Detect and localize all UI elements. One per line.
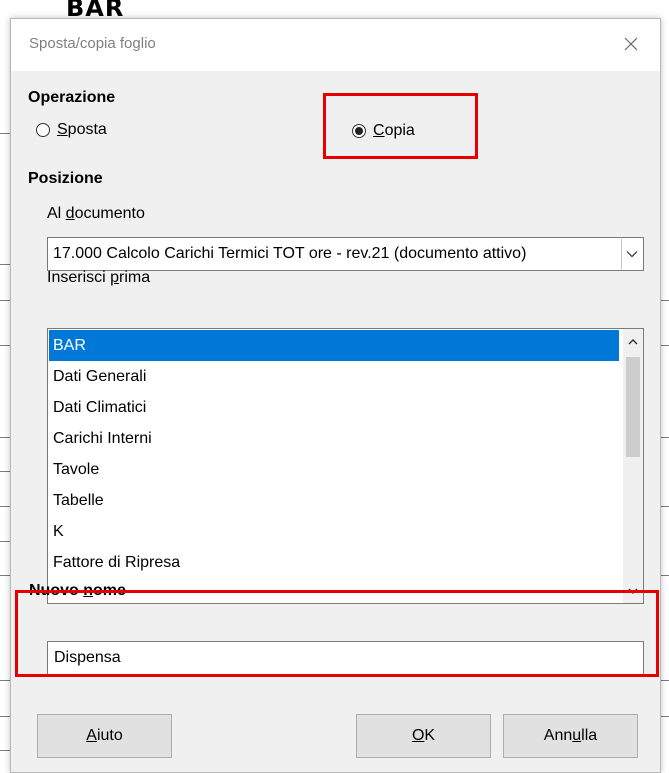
list-item[interactable]: Dati Generali: [49, 361, 619, 392]
copy-radio[interactable]: Copia: [352, 122, 415, 140]
move-radio[interactable]: Sposta: [36, 121, 107, 139]
operation-label: Operazione: [28, 89, 116, 106]
ok-button[interactable]: OK: [356, 714, 491, 758]
move-copy-sheet-dialog: Sposta/copia foglio Operazione Sposta Co…: [10, 18, 661, 773]
dialog-title: Sposta/copia foglio: [29, 35, 156, 52]
scroll-thumb[interactable]: [626, 357, 640, 457]
position-label: Posizione: [28, 170, 103, 187]
cancel-button[interactable]: Annulla: [503, 714, 638, 758]
chevron-down-icon: [626, 251, 638, 258]
close-icon: [624, 37, 638, 51]
background-left-strip: [0, 0, 10, 771]
copy-radio-circle[interactable]: [352, 124, 366, 138]
chevron-up-icon: [628, 338, 638, 344]
new-name-label: Nuovo nome: [29, 582, 126, 599]
list-item[interactable]: BAR: [49, 330, 619, 361]
help-button[interactable]: Aiuto: [37, 714, 172, 758]
list-item[interactable]: Tavole: [49, 454, 619, 485]
dropdown-button[interactable]: [621, 239, 642, 269]
to-document-value: 17.000 Calcolo Carichi Termici TOT ore -…: [53, 245, 527, 262]
dialog-titlebar: Sposta/copia foglio: [11, 19, 660, 71]
chevron-down-icon: [628, 588, 638, 594]
to-document-select[interactable]: 17.000 Calcolo Carichi Termici TOT ore -…: [47, 237, 644, 271]
list-item[interactable]: Carichi Interni: [49, 423, 619, 454]
scroll-up-button[interactable]: [623, 331, 643, 351]
insert-before-list[interactable]: BAR Dati Generali Dati Climatici Carichi…: [47, 328, 644, 604]
list-item[interactable]: Dati Climatici: [49, 392, 619, 423]
list-scrollbar[interactable]: [623, 329, 643, 603]
new-name-input[interactable]: Dispensa: [47, 641, 644, 675]
insert-before-label: Inserisci prima: [47, 269, 151, 286]
list-item[interactable]: K: [49, 516, 619, 547]
list-item[interactable]: Tabelle: [49, 485, 619, 516]
move-radio-circle[interactable]: [36, 123, 50, 137]
move-radio-label: Sposta: [57, 121, 107, 138]
to-document-label: Al documento: [47, 205, 145, 222]
list-item[interactable]: Fattore di Ripresa: [49, 547, 619, 578]
close-button[interactable]: [618, 31, 644, 57]
scroll-down-button[interactable]: [623, 581, 643, 601]
copy-radio-label: Copia: [373, 122, 415, 139]
